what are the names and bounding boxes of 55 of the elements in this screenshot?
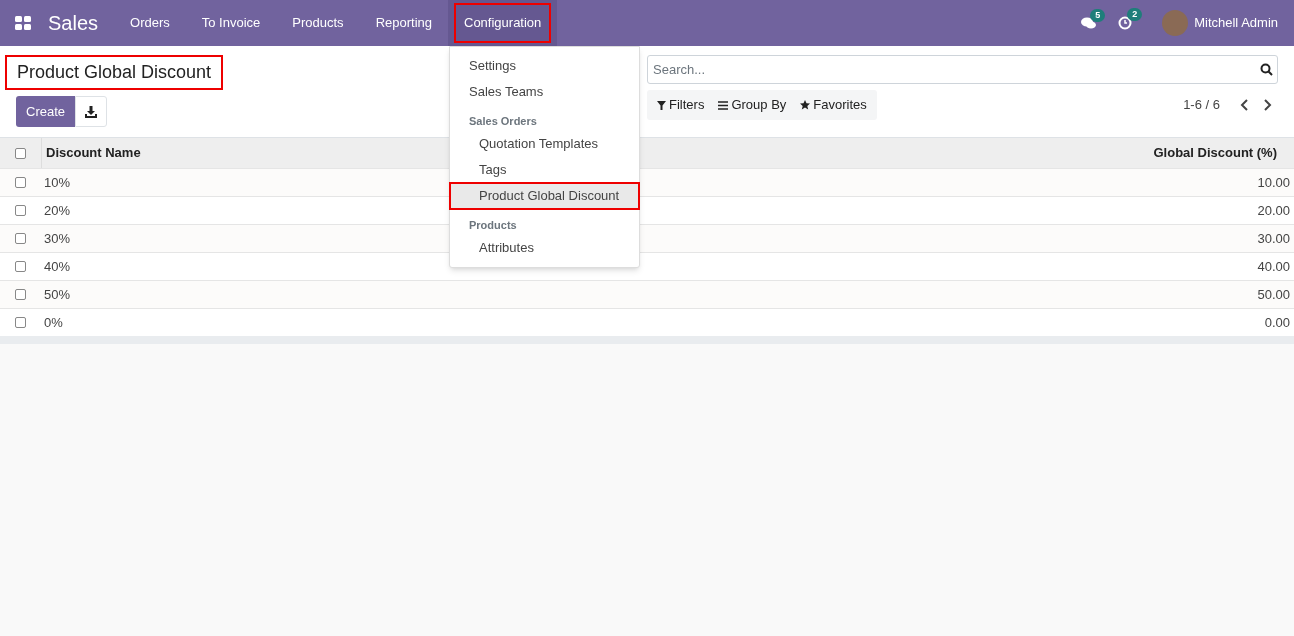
row-checkbox[interactable] — [15, 177, 26, 188]
table-cell-text: 0.00 — [1264, 313, 1291, 332]
filter-button[interactable]: Group By — [711, 95, 794, 115]
table-cell-text: 30% — [43, 229, 71, 248]
nav-menu-item[interactable]: Configuration — [448, 0, 558, 46]
table-cell-text: 50% — [43, 285, 71, 304]
app-name[interactable]: Sales — [48, 8, 99, 38]
row-checkbox[interactable] — [15, 261, 26, 272]
activity-count-badge: 2 — [1127, 8, 1143, 21]
table-cell-text: 50.00 — [1257, 285, 1291, 304]
menu-item[interactable]: Tags — [450, 157, 639, 183]
search-icon — [1260, 63, 1273, 76]
nav-menu-item[interactable]: Products — [276, 0, 360, 46]
table-cell-text: 10.00 — [1257, 173, 1291, 192]
next-icon[interactable] — [1262, 99, 1272, 111]
filter-button[interactable]: Favorites — [793, 95, 874, 115]
search-field[interactable]: Search... — [647, 55, 1278, 84]
nav-menu-item[interactable]: To Invoice — [185, 0, 277, 46]
page-title: Product Global Discount — [5, 55, 224, 90]
nav-menu-item[interactable]: Reporting — [359, 0, 448, 46]
create-button[interactable]: Create — [16, 96, 76, 127]
column-header[interactable]: Discount Name — [46, 143, 141, 163]
table-cell-text: 10% — [43, 173, 71, 192]
table-cell-text: 40.00 — [1257, 257, 1291, 276]
table-cell-text: 20% — [43, 201, 71, 220]
menu-item[interactable]: Settings — [450, 53, 639, 79]
download-icon — [85, 105, 98, 118]
menu-section-header: Products — [468, 217, 518, 233]
table-cell-text: 20.00 — [1257, 201, 1291, 220]
row-checkbox[interactable] — [15, 317, 26, 328]
menu-section-header: Sales Orders — [468, 113, 538, 129]
clock-icon[interactable] — [1118, 16, 1133, 30]
menu-item[interactable]: Quotation Templates — [450, 131, 639, 157]
menu-item[interactable]: Product Global Discount — [450, 183, 639, 209]
column-header[interactable]: Global Discount (%) — [1153, 143, 1294, 163]
filter-icon — [657, 100, 666, 110]
pager-text: 1-6 / 6 — [1183, 96, 1220, 115]
row-checkbox[interactable] — [15, 289, 26, 300]
filter-button[interactable]: Filters — [650, 95, 712, 115]
row-checkbox[interactable] — [15, 205, 26, 216]
download-button[interactable] — [75, 96, 108, 127]
apps-grid-icon[interactable] — [15, 16, 31, 30]
row-checkbox[interactable] — [15, 233, 26, 244]
nav-menu-item[interactable]: Orders — [114, 0, 186, 46]
list-icon — [718, 100, 729, 110]
user-name[interactable]: Mitchell Admin — [1194, 13, 1278, 33]
table-cell-text: 0% — [43, 313, 63, 332]
menu-item[interactable]: Sales Teams — [450, 79, 639, 105]
message-count-badge: 5 — [1090, 8, 1106, 22]
previous-icon[interactable] — [1240, 99, 1250, 111]
table-cell-text: 30.00 — [1257, 229, 1291, 248]
table-cell-text: 40% — [43, 257, 71, 276]
menu-item[interactable]: Attributes — [450, 235, 639, 261]
row-checkbox[interactable] — [15, 147, 26, 159]
star-icon — [800, 100, 811, 110]
